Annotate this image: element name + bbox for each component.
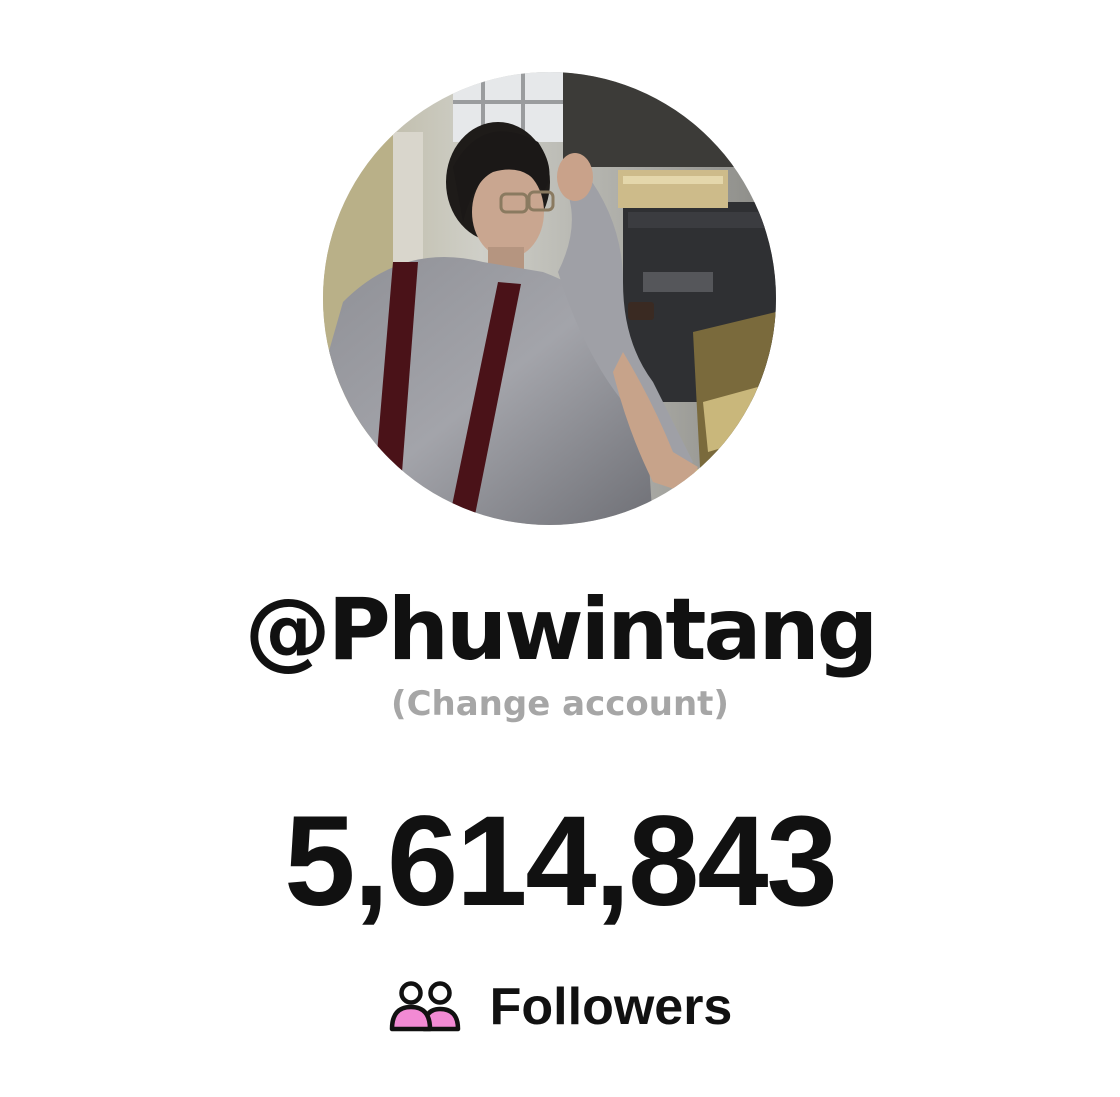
followers-label: Followers (489, 978, 733, 1036)
follower-count: 5,614,843 (284, 790, 837, 933)
profile-avatar[interactable] (323, 72, 776, 525)
change-account-link[interactable]: (Change account) (0, 682, 1120, 726)
users-icon (388, 977, 464, 1037)
username: @Phuwintang (244, 580, 879, 680)
followers-row: Followers (0, 972, 1120, 1042)
profile-card: @Phuwintang (Change account) 5,614,843 F… (0, 0, 1120, 1097)
